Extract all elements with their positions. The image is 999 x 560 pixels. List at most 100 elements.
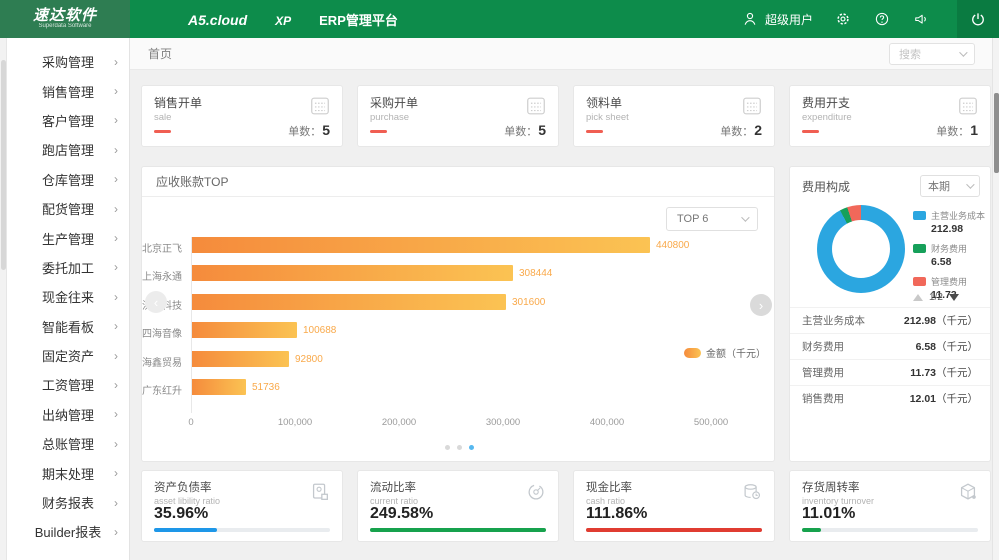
search-input[interactable]: 搜索: [889, 43, 975, 65]
legend-swatch-amount: [684, 348, 701, 358]
sidebar-item[interactable]: 生产管理 ›: [7, 223, 129, 252]
bar[interactable]: [192, 294, 506, 310]
metric-card[interactable]: 流动比率current ratio249.58%: [357, 470, 559, 542]
sidebar-item[interactable]: 配货管理 ›: [7, 194, 129, 223]
bar[interactable]: [192, 351, 289, 367]
metric-card[interactable]: 存货周转率inventory turnover11.01%: [789, 470, 991, 542]
help-icon[interactable]: [873, 10, 891, 28]
bar[interactable]: [192, 237, 650, 253]
carousel-dot[interactable]: [445, 445, 450, 450]
bar-value-label: 301600: [512, 297, 545, 308]
pager-down-icon[interactable]: [949, 294, 959, 301]
sidebar-scrollbar-thumb[interactable]: [1, 60, 6, 270]
carousel-next-button[interactable]: ›: [750, 294, 772, 316]
chevron-down-icon: [959, 48, 967, 56]
sidebar-item[interactable]: 工资管理›: [7, 370, 129, 399]
top-filter-select[interactable]: TOP 6: [666, 207, 758, 231]
bar-value-label: 308444: [519, 268, 552, 279]
metric-progress-track: [802, 528, 978, 532]
expense-legend-item: 财务费用6.58: [913, 242, 985, 268]
stat-count: 单数：2: [720, 122, 762, 139]
bar[interactable]: [192, 322, 297, 338]
stat-card[interactable]: 采购开单purchase单数：5: [357, 85, 559, 147]
expense-row: 管理费用11.73（千元）: [790, 359, 990, 385]
sidebar-item-label: 出纳管理: [42, 405, 94, 424]
chevron-right-icon: ›: [114, 291, 118, 303]
user-icon: [741, 10, 759, 28]
sidebar-item[interactable]: 跑店管理 ›: [7, 135, 129, 164]
sidebar-item[interactable]: 委托加工›: [7, 253, 129, 282]
page-scrollbar-thumb[interactable]: [994, 93, 999, 173]
metric-card-row: 资产负债率asset libility ratio35.96%流动比率curre…: [141, 470, 991, 542]
stat-card[interactable]: 费用开支expenditure单数：1: [789, 85, 991, 147]
x-axis-tick-label: 500,000: [694, 417, 728, 428]
sidebar-item-label: 现金往来: [42, 287, 94, 306]
sidebar-item-label: 销售管理: [42, 82, 94, 101]
power-icon: [969, 10, 987, 28]
gear-icon[interactable]: [834, 10, 852, 28]
stat-card[interactable]: 领料单pick sheet单数：2: [573, 85, 775, 147]
receivables-chart-title: 应收账款TOP: [142, 167, 774, 197]
page-scrollbar[interactable]: [992, 38, 999, 560]
logo[interactable]: 速达软件 Superdata Software: [0, 0, 130, 38]
bar[interactable]: [192, 379, 246, 395]
expense-row-label: 主营业务成本: [802, 313, 865, 328]
sidebar-item[interactable]: 固定资产›: [7, 341, 129, 370]
carousel-dot[interactable]: [457, 445, 462, 450]
calculator-icon: [741, 95, 763, 122]
metric-title: 存货周转率: [802, 479, 978, 495]
stat-card-title: 领料单: [586, 94, 762, 111]
sidebar-item[interactable]: 客户管理›: [7, 106, 129, 135]
sidebar-scrollbar[interactable]: [0, 38, 7, 560]
bar-row: 洪海科技301600: [142, 294, 776, 310]
sidebar-item[interactable]: 现金往来 ›: [7, 282, 129, 311]
bar-category-label: 四海音像: [142, 325, 190, 340]
tab-home[interactable]: 首页: [148, 45, 172, 62]
sidebar-item[interactable]: 仓库管理›: [7, 165, 129, 194]
sidebar-item-label: 总账管理: [42, 434, 94, 453]
search-placeholder: 搜索: [899, 46, 921, 62]
sidebar-item-label: 生产管理: [42, 229, 94, 248]
carousel-prev-button[interactable]: ‹: [145, 291, 167, 313]
sidebar-item-label: 仓库管理: [42, 170, 94, 189]
legend-name: 主营业务成本: [931, 209, 985, 222]
metric-value: 11.01%: [802, 505, 855, 523]
sidebar-item[interactable]: 财务报表›: [7, 488, 129, 517]
sidebar-item[interactable]: 期末处理›: [7, 458, 129, 487]
chevron-right-icon: ›: [114, 232, 118, 244]
metric-progress-track: [154, 528, 330, 532]
sidebar-item-label: 跑店管理: [42, 140, 94, 159]
user-menu[interactable]: 超级用户: [741, 10, 813, 28]
coins-icon: [741, 481, 763, 508]
legend-label: 金额（千元）: [706, 345, 766, 360]
chevron-right-icon: ›: [114, 203, 118, 215]
expense-row-value: 12.01（千元）: [910, 391, 978, 406]
cube-icon: [957, 481, 979, 508]
bar-value-label: 92800: [295, 354, 323, 365]
bar[interactable]: [192, 265, 513, 281]
x-axis-tick-label: 0: [188, 417, 193, 428]
announcement-icon[interactable]: [912, 10, 930, 28]
sidebar-item[interactable]: Builder报表›: [7, 517, 129, 546]
metric-card[interactable]: 现金比率cash ratio111.86%: [573, 470, 775, 542]
expense-row-list: 主营业务成本212.98（千元）财务费用6.58（千元）管理费用11.73（千元…: [790, 307, 990, 411]
sidebar-item[interactable]: 出纳管理›: [7, 400, 129, 429]
logout-power-button[interactable]: [957, 0, 999, 38]
sidebar-item[interactable]: 销售管理›: [7, 76, 129, 105]
bar-category-label: 海鑫贸易: [142, 354, 190, 369]
sidebar-item[interactable]: 总账管理›: [7, 429, 129, 458]
metric-title: 流动比率: [370, 479, 546, 495]
expense-row-label: 管理费用: [802, 365, 844, 380]
sidebar-item[interactable]: 智能看板›: [7, 312, 129, 341]
sidebar-item[interactable]: 采购管理›: [7, 47, 129, 76]
pager-up-icon[interactable]: [913, 294, 923, 301]
stat-card[interactable]: 销售开单sale单数：5: [141, 85, 343, 147]
metric-card[interactable]: 资产负债率asset libility ratio35.96%: [141, 470, 343, 542]
chevron-right-icon: ›: [114, 144, 118, 156]
stat-trend-dash: [802, 130, 819, 133]
sidebar-item-label: 配货管理: [42, 199, 94, 218]
metric-title: 现金比率: [586, 479, 762, 495]
pager-page: 1/2: [929, 292, 943, 303]
carousel-dot[interactable]: [469, 445, 474, 450]
period-select[interactable]: 本期: [920, 175, 980, 197]
